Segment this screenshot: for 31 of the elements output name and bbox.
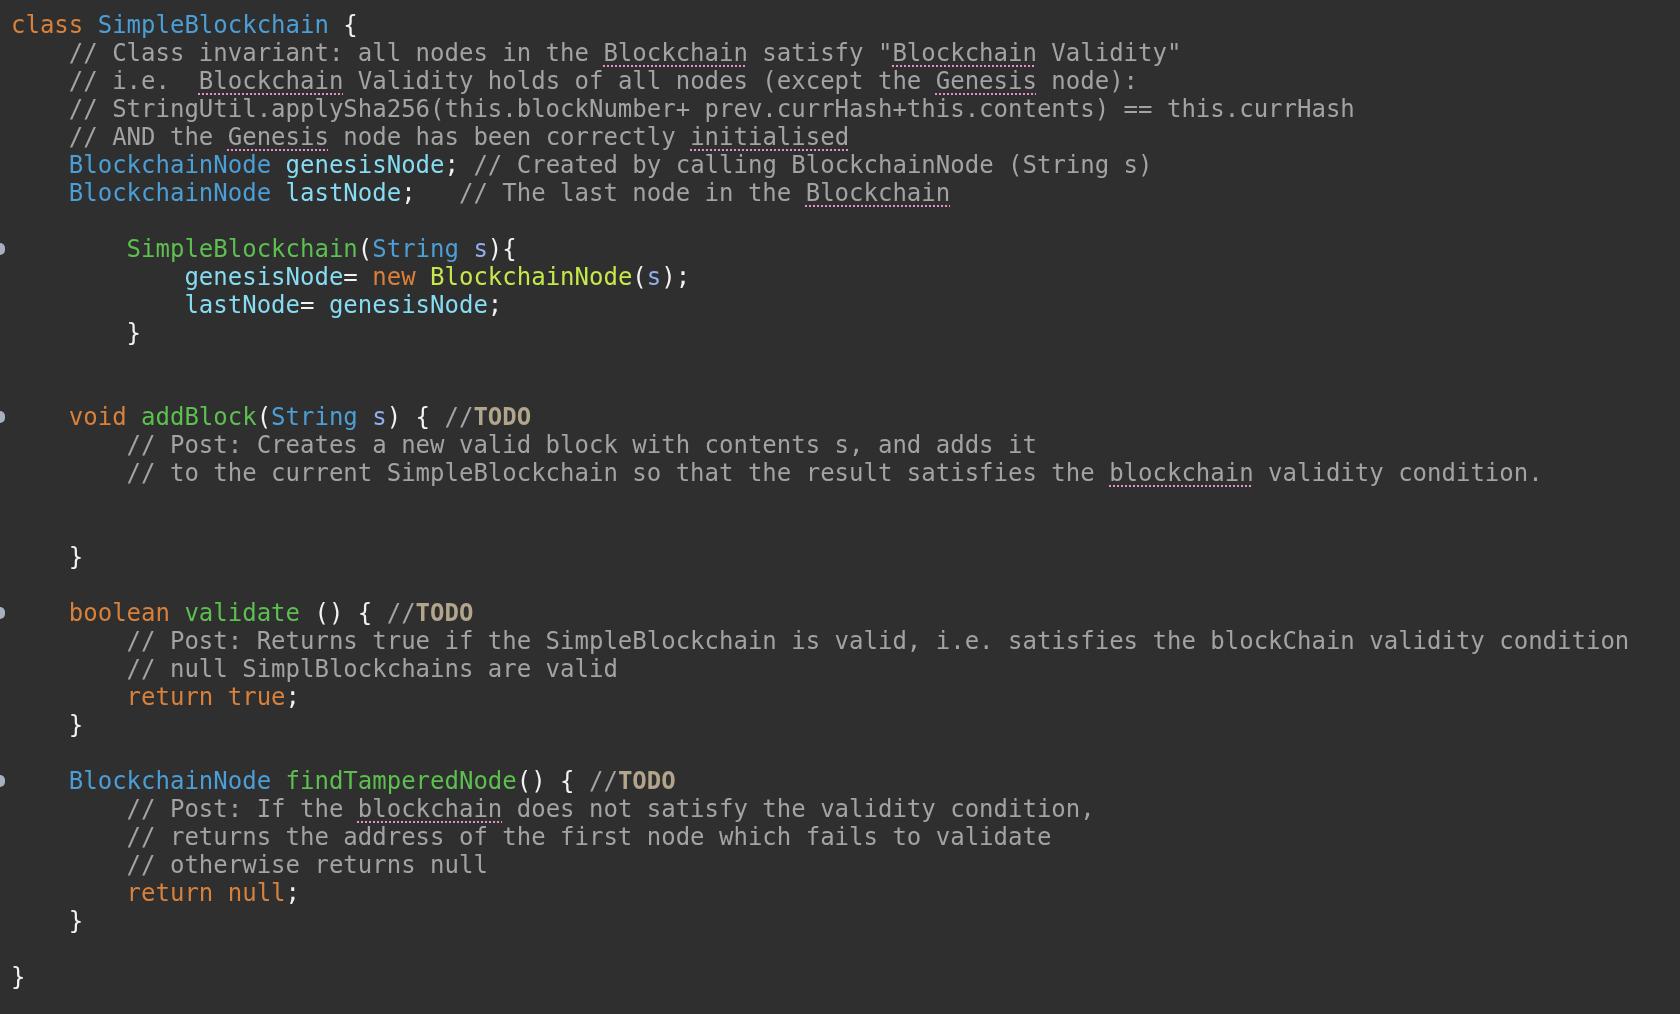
code-line: // otherwise returns null	[125, 851, 488, 879]
fold-marker-icon[interactable]	[0, 411, 5, 423]
code-line: // Class invariant: all nodes in the Blockchain satisfy "Blockchain Validity"	[67, 39, 1182, 67]
code-line: lastNode= genesisNode;	[183, 291, 503, 319]
code-line: class SimpleBlockchain {	[11, 11, 358, 39]
code-line: }	[11, 963, 26, 991]
code-line: return null;	[125, 879, 300, 907]
code-line: // Post: If the blockchain does not satisfy the validity condition,	[125, 795, 1095, 823]
code-line: // returns the address of the first node which fails to validate	[125, 823, 1052, 851]
code-line: BlockchainNode findTamperedNode() { //TODO	[67, 767, 676, 795]
code-line: }	[67, 543, 84, 571]
code-line: // null SimplBlockchains are valid	[125, 655, 618, 683]
code-line: boolean validate () { //TODO	[67, 599, 474, 627]
code-line: }	[67, 907, 84, 935]
code-line: BlockchainNode lastNode; // The last node in the Blockchain	[67, 179, 951, 207]
code-line: }	[67, 711, 84, 739]
fold-marker-icon[interactable]	[0, 243, 5, 255]
code-line: }	[125, 319, 142, 347]
code-line: return true;	[125, 683, 300, 711]
code-line: SimpleBlockchain(String s){	[125, 235, 517, 263]
code-line: genesisNode= new BlockchainNode(s);	[183, 263, 691, 291]
code-line: void addBlock(String s) { //TODO	[67, 403, 532, 431]
code-line: // AND the Genesis node has been correctly initialised	[67, 123, 850, 151]
code-line: // to the current SimpleBlockchain so that the result satisfies the blockchain validity condition.	[125, 459, 1543, 487]
code-line: // Post: Returns true if the SimpleBlockchain is valid, i.e. satisfies the blockChain validity condition	[125, 627, 1630, 655]
code-line: BlockchainNode genesisNode; // Created by calling BlockchainNode (String s)	[67, 151, 1153, 179]
code-line: // Post: Creates a new valid block with contents s, and adds it	[125, 431, 1037, 459]
fold-marker-icon[interactable]	[0, 607, 5, 619]
code-line: // i.e. Blockchain Validity holds of all nodes (except the Genesis node):	[67, 67, 1139, 95]
fold-marker-icon[interactable]	[0, 775, 5, 787]
code-line: // StringUtil.applySha256(this.blockNumber+ prev.currHash+this.contents) == this.currHash	[67, 95, 1355, 123]
